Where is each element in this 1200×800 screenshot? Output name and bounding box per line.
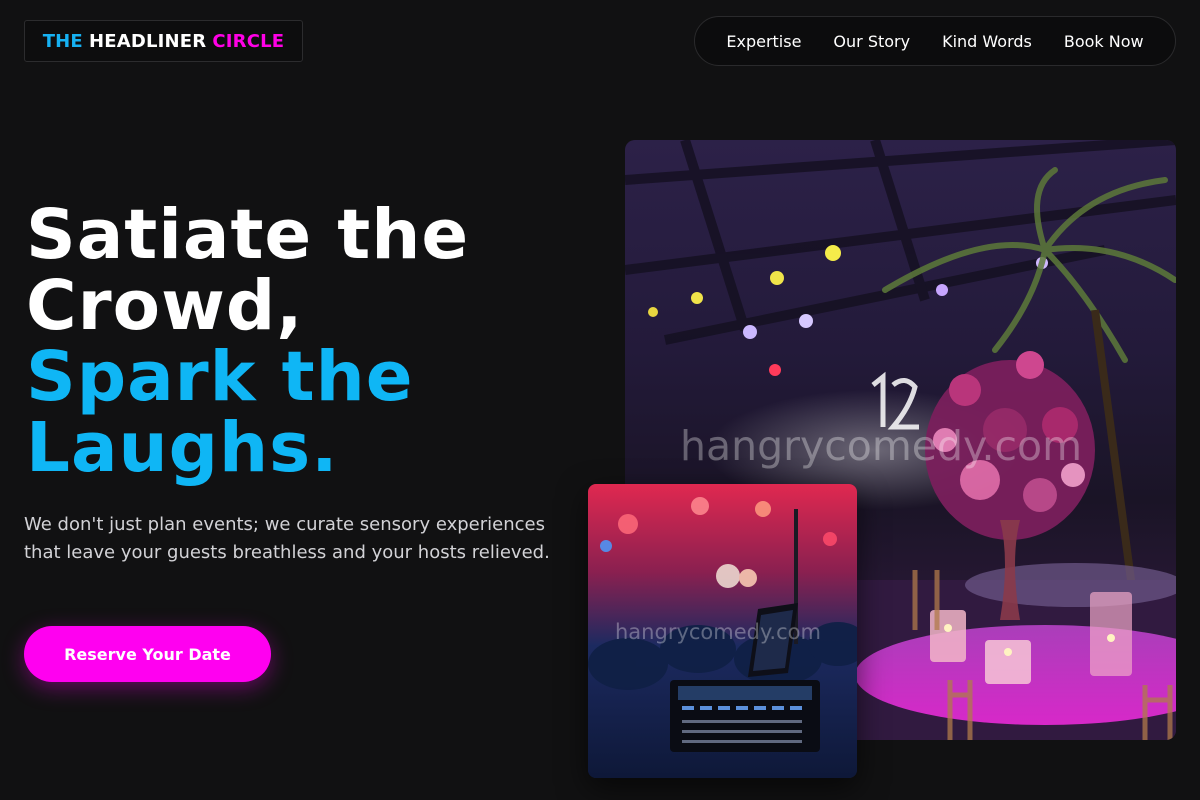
main-nav: Expertise Our Story Kind Words Book Now (694, 16, 1176, 66)
nav-item-expertise[interactable]: Expertise (726, 32, 801, 51)
sound-booth-image (588, 484, 857, 778)
brand-word-circle: CIRCLE (212, 30, 285, 52)
hero-subtext: We don't just plan events; we curate sen… (24, 514, 550, 563)
reserve-date-button[interactable]: Reserve Your Date (24, 626, 271, 682)
nav-item-book-now[interactable]: Book Now (1064, 32, 1144, 51)
headline-line-3: Spark the (26, 337, 414, 417)
brand-word-headliner: HEADLINER (88, 30, 207, 52)
nav-item-kind-words[interactable]: Kind Words (942, 32, 1032, 51)
headline-line-4: Laughs. (26, 408, 339, 488)
headline-line-2: Crowd, (26, 266, 304, 346)
brand-logo[interactable]: THE HEADLINER CIRCLE (24, 20, 303, 62)
sound-booth-illustration (588, 484, 857, 778)
nav-item-our-story[interactable]: Our Story (833, 32, 910, 51)
hero-headline: Satiate the Crowd, Spark the Laughs. (26, 200, 469, 484)
headline-line-1: Satiate the (26, 195, 470, 275)
brand-word-the: THE (42, 30, 83, 52)
